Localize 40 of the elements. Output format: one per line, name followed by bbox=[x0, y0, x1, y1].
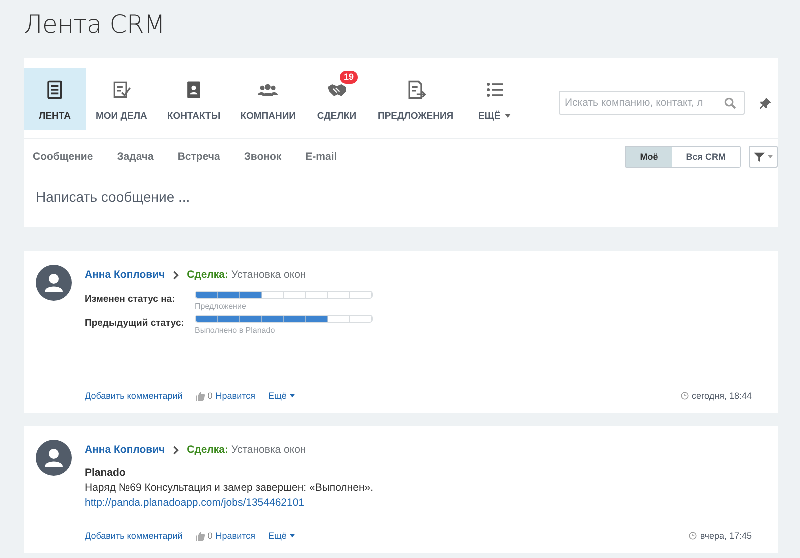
message-title: Planado bbox=[85, 466, 127, 481]
status-label: Предыдущий статус: bbox=[85, 318, 186, 331]
entity-name[interactable]: Установка окон bbox=[232, 444, 306, 456]
status-label: Изменен статус на: bbox=[85, 294, 176, 307]
entity-type: Сделка: bbox=[187, 269, 228, 281]
page-title: Лента CRM bbox=[24, 9, 166, 41]
nav-tab[interactable]: КОМПАНИИ bbox=[230, 68, 306, 130]
nav-tab[interactable]: ПРЕДЛОЖЕНИЯ bbox=[368, 68, 464, 130]
composer-tab[interactable]: E-mail bbox=[306, 151, 338, 163]
status-name: Предложение bbox=[195, 302, 248, 311]
post-time: вчера, 17:45 bbox=[700, 531, 752, 541]
nav-tab[interactable]: ЕЩЁ bbox=[464, 68, 526, 130]
like-link[interactable]: Нравится bbox=[216, 531, 256, 541]
entity-name[interactable]: Установка окон bbox=[232, 269, 306, 281]
like-link[interactable]: Нравится bbox=[216, 391, 256, 401]
nav-tab[interactable]: ЛЕНТА bbox=[24, 68, 86, 130]
composer-tab[interactable]: Сообщение bbox=[33, 151, 94, 163]
author-link[interactable]: Анна Коплович bbox=[85, 444, 166, 456]
nav-tab[interactable]: МОИ ДЕЛА bbox=[86, 68, 158, 130]
count-badge: 19 bbox=[340, 70, 358, 84]
post-time: сегодня, 18:44 bbox=[692, 391, 752, 401]
entity-type: Сделка: bbox=[187, 444, 228, 456]
message-text: Наряд №69 Консультация и замер завершен: «Выполнен». bbox=[85, 481, 374, 496]
scope-toggle[interactable]: Моё bbox=[626, 147, 672, 167]
nav-tab[interactable]: КОНТАКТЫ bbox=[157, 68, 231, 130]
composer-tab[interactable]: Звонок bbox=[244, 151, 282, 163]
job-link[interactable]: http://panda.planadoapp.com/jobs/1354462101 bbox=[85, 497, 305, 509]
author-link[interactable]: Анна Коплович bbox=[85, 269, 166, 281]
comment-link[interactable]: Добавить комментарий bbox=[85, 391, 183, 401]
more-link[interactable]: Ещё bbox=[268, 531, 287, 541]
composer-tab[interactable]: Задача bbox=[117, 151, 154, 163]
nav-tab[interactable]: 19 СДЕЛКИ bbox=[306, 68, 368, 130]
like-count: 0 bbox=[208, 391, 213, 401]
like-count: 0 bbox=[208, 531, 213, 541]
search-field[interactable]: Искать компанию, контакт, л bbox=[559, 91, 745, 115]
message-field[interactable]: Написать сообщение ... bbox=[24, 175, 778, 227]
more-link[interactable]: Ещё bbox=[268, 391, 287, 401]
comment-link[interactable]: Добавить комментарий bbox=[85, 531, 183, 541]
status-name: Выполнено в Planado bbox=[195, 326, 276, 335]
composer-tab[interactable]: Встреча bbox=[178, 151, 220, 163]
